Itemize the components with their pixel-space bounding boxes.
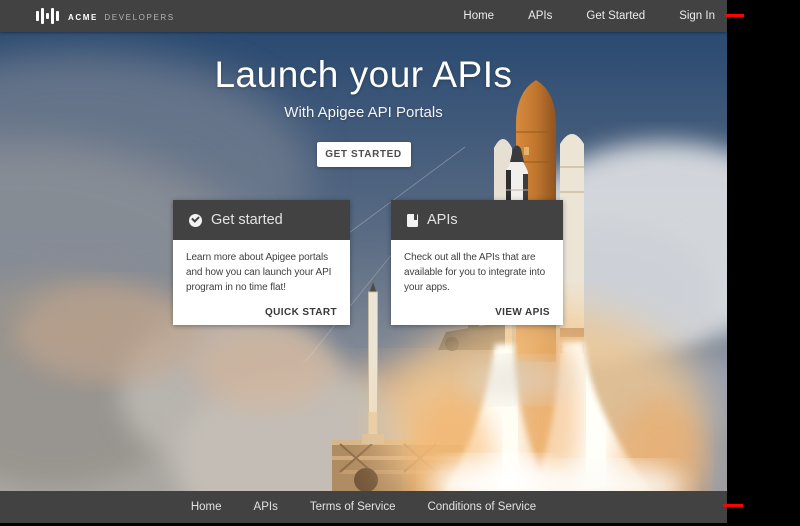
footer-link-terms[interactable]: Terms of Service — [310, 501, 396, 513]
screenshot-canvas: ACME DEVELOPERS Home APIs Get Started Si… — [0, 0, 800, 526]
check-circle-icon — [189, 214, 202, 227]
hero-section: Launch your APIs With Apigee API Portals… — [0, 32, 727, 491]
card-apis-body: Check out all the APIs that are availabl… — [391, 240, 563, 325]
equalizer-bars-icon — [36, 7, 59, 25]
footer-link-apis[interactable]: APIs — [254, 501, 278, 513]
annotation-marker-bottom — [723, 504, 743, 507]
card-text: Learn more about Apigee portals and how … — [186, 250, 337, 295]
brand-logo[interactable]: ACME DEVELOPERS — [36, 7, 175, 25]
card-get-started-header: Get started — [173, 200, 350, 240]
hero-title: Launch your APIs — [0, 54, 727, 96]
nav-links: Home APIs Get Started Sign In — [463, 10, 715, 22]
footer-link-home[interactable]: Home — [191, 501, 222, 513]
card-apis: APIs Check out all the APIs that are ava… — [391, 200, 563, 325]
footer-link-conditions[interactable]: Conditions of Service — [427, 501, 536, 513]
annotation-marker-top — [725, 14, 744, 17]
hero-subtitle: With Apigee API Portals — [0, 104, 727, 121]
book-icon — [407, 214, 418, 227]
nav-link-apis[interactable]: APIs — [528, 10, 552, 22]
card-title: Get started — [211, 212, 283, 228]
browser-page: ACME DEVELOPERS Home APIs Get Started Si… — [0, 0, 727, 523]
card-text: Check out all the APIs that are availabl… — [404, 250, 550, 295]
get-started-button[interactable]: GET STARTED — [317, 142, 411, 167]
card-apis-header: APIs — [391, 200, 563, 240]
nav-link-home[interactable]: Home — [463, 10, 494, 22]
nav-link-sign-in[interactable]: Sign In — [679, 10, 715, 22]
card-get-started-body: Learn more about Apigee portals and how … — [173, 240, 350, 325]
hero-background-illustration — [0, 32, 727, 491]
footer: Home APIs Terms of Service Conditions of… — [0, 491, 727, 523]
card-get-started: Get started Learn more about Apigee port… — [173, 200, 350, 325]
brand-type: DEVELOPERS — [104, 13, 174, 22]
brand-name: ACME — [68, 13, 98, 22]
nav-link-get-started[interactable]: Get Started — [586, 10, 645, 22]
top-navbar: ACME DEVELOPERS Home APIs Get Started Si… — [0, 0, 727, 32]
card-title: APIs — [427, 212, 458, 228]
view-apis-link[interactable]: VIEW APIS — [495, 307, 550, 318]
quick-start-link[interactable]: QUICK START — [265, 307, 337, 318]
